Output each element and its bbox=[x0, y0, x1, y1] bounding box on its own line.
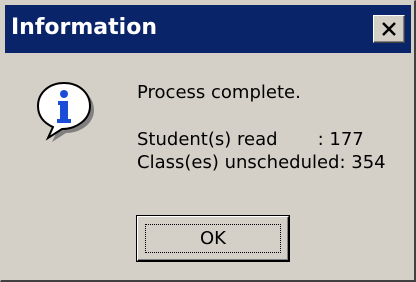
close-button[interactable] bbox=[373, 15, 405, 43]
message-line-classes: Class(es) unscheduled: 354 bbox=[137, 152, 386, 173]
message-line-status: Process complete. bbox=[137, 82, 301, 103]
title-bar[interactable]: Information bbox=[5, 5, 411, 53]
message-line-students: Student(s) read : 177 bbox=[137, 129, 364, 150]
ok-button[interactable]: OK bbox=[137, 216, 289, 261]
close-icon bbox=[382, 22, 396, 36]
information-dialog: Information Process complete. Student(s)… bbox=[0, 0, 416, 282]
ok-button-label: OK bbox=[200, 228, 226, 249]
dialog-title: Information bbox=[11, 15, 157, 40]
info-icon bbox=[36, 81, 94, 142]
